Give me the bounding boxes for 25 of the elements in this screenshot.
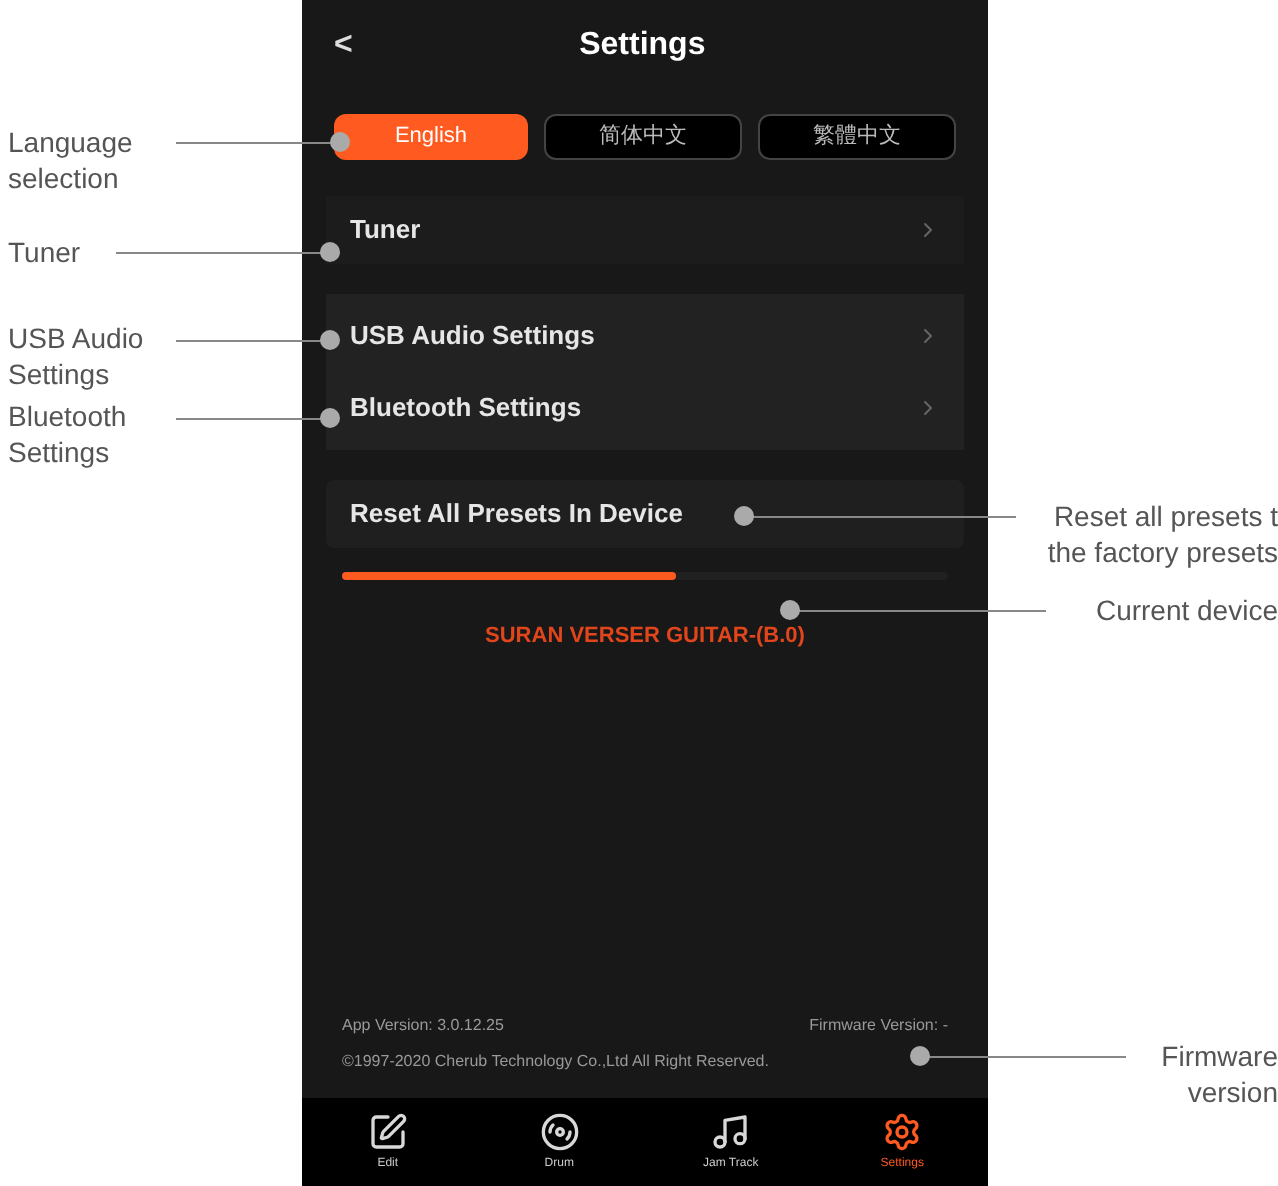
music-note-icon (710, 1111, 751, 1151)
settings-row[interactable]: Reset All Presets In Device (326, 480, 964, 548)
language-button[interactable]: 简体中文 (544, 114, 742, 160)
row-label: USB Audio Settings (350, 318, 595, 355)
row-label: Reset All Presets In Device (350, 496, 683, 533)
callout-label: Firmware version (1161, 1038, 1278, 1110)
callout-label: Bluetooth Settings (8, 398, 127, 470)
edit-icon (367, 1111, 408, 1151)
row-label: Tuner (350, 212, 421, 249)
firmware-version: Firmware Version: - (809, 1014, 948, 1038)
row-label: Bluetooth Settings (350, 390, 582, 427)
screen-title: Settings (577, 26, 708, 66)
language-button[interactable]: 繁體中文 (758, 114, 956, 160)
callout-label: USB Audio Settings (8, 320, 144, 392)
callout-label: Reset all presets t the factory presets (1047, 498, 1278, 570)
app-version: App Version: 3.0.12.25 (342, 1014, 504, 1038)
back-button[interactable]: < (334, 22, 353, 70)
copyright-text: ©1997-2020 Cherub Technology Co.,Ltd All Right Reserved. (342, 1050, 769, 1074)
device-name: SURAN VERSER GUITAR-(B.0) (483, 622, 807, 652)
settings-row[interactable]: Tuner (326, 196, 964, 264)
settings-icon (882, 1111, 923, 1151)
callout-label: Tuner (8, 234, 81, 270)
callout-label: Current device (1095, 592, 1278, 628)
callout-label: Language selection (8, 124, 133, 196)
drum-icon (539, 1111, 580, 1151)
